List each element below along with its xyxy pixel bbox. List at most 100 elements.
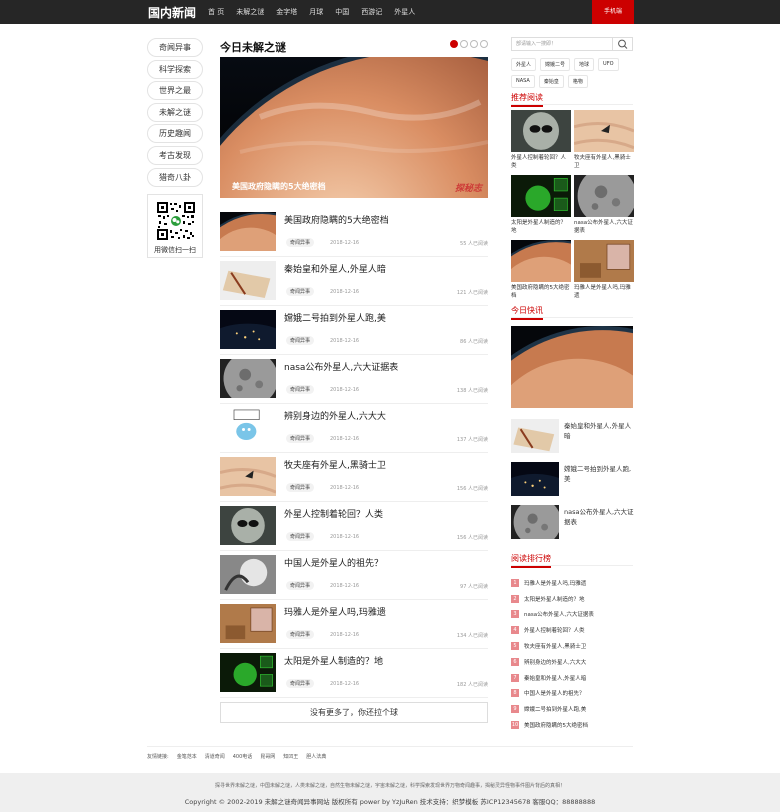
article-title[interactable]: 嫦娥二号拍到外星人跑,美 xyxy=(284,311,386,324)
rank-item-title[interactable]: 中国人是外星人的祖先？ xyxy=(524,689,585,697)
article-category[interactable]: 奇闻异事 xyxy=(286,287,315,296)
article-category[interactable]: 奇闻异事 xyxy=(286,679,315,688)
search-button[interactable] xyxy=(612,38,632,50)
recommend-item[interactable]: 牧夫座有外星人,黑骑士卫 xyxy=(574,110,634,173)
carousel-dot[interactable] xyxy=(460,40,468,48)
today-news-thumbnail[interactable] xyxy=(511,505,559,539)
rank-item[interactable]: 1 玛雅人是外星人吗,玛雅遗 xyxy=(511,575,635,591)
carousel-dot[interactable] xyxy=(450,40,458,48)
today-news-image[interactable] xyxy=(511,326,633,408)
today-news-item[interactable]: nasa公布外星人,六大证据表 xyxy=(511,505,635,543)
left-menu-item[interactable]: 考古发现 xyxy=(147,145,203,165)
article-category[interactable]: 奇闻异事 xyxy=(286,238,315,247)
carousel-dot[interactable] xyxy=(470,40,478,48)
recommend-thumbnail[interactable] xyxy=(511,110,571,152)
tag[interactable]: 格物 xyxy=(567,75,588,88)
recommend-item[interactable]: 太阳是外星人制造的？地 xyxy=(511,175,571,238)
rank-item-title[interactable]: nasa公布外星人,六大证据表 xyxy=(524,610,594,618)
recommend-item[interactable]: 玛雅人是外星人吗,玛雅遗 xyxy=(574,240,634,303)
article-title[interactable]: nasa公布外星人,六大证据表 xyxy=(284,360,398,373)
article-category[interactable]: 奇闻异事 xyxy=(286,385,315,394)
article-thumbnail[interactable] xyxy=(220,310,276,349)
tag[interactable]: 秦始皇 xyxy=(538,75,564,88)
recommend-title[interactable]: 美国政府隐瞒的5大绝密档 xyxy=(511,284,571,300)
recommend-thumbnail[interactable] xyxy=(511,240,571,282)
tag[interactable]: UFO xyxy=(598,58,619,71)
left-menu-item[interactable]: 奇闻异事 xyxy=(147,38,203,57)
recommend-thumbnail[interactable] xyxy=(574,240,634,282)
article-title[interactable]: 太阳是外星人制造的？地 xyxy=(284,654,383,667)
article-thumbnail[interactable] xyxy=(220,506,276,545)
article-title[interactable]: 玛雅人是外星人吗,玛雅遗 xyxy=(284,605,386,618)
recommend-title[interactable]: 太阳是外星人制造的？地 xyxy=(511,219,571,235)
site-logo[interactable]: 国内新闻 xyxy=(148,4,196,21)
article-title[interactable]: 秦始皇和外星人,外星人暗 xyxy=(284,262,386,275)
recommend-title[interactable]: 外星人控制着轮回？人类 xyxy=(511,154,571,170)
article-item[interactable]: 太阳是外星人制造的？地 奇闻异事 2018-12-16 182 人已阅读 xyxy=(220,649,488,698)
nav-moon[interactable]: 月球 xyxy=(303,0,329,24)
nav-pyramid[interactable]: 金字塔 xyxy=(270,0,303,24)
nav-china[interactable]: 中国 xyxy=(329,0,355,24)
rank-item-title[interactable]: 外星人控制着轮回？人类 xyxy=(524,626,585,634)
nav-mysteries[interactable]: 未解之谜 xyxy=(230,0,270,24)
article-item[interactable]: 外星人控制着轮回？人类 奇闻异事 2018-12-16 156 人已阅读 xyxy=(220,502,488,551)
today-news-item-title[interactable]: 嫦娥二号拍到外星人跑,美 xyxy=(564,464,634,484)
tag[interactable]: 地球 xyxy=(574,58,595,71)
rank-item-title[interactable]: 牧夫座有外星人,黑骑士卫 xyxy=(524,642,586,650)
article-item[interactable]: 嫦娥二号拍到外星人跑,美 奇闻异事 2018-12-16 86 人已阅读 xyxy=(220,306,488,355)
left-menu-item[interactable]: 世界之最 xyxy=(147,81,203,101)
load-more-button[interactable]: 没有更多了，你还拉个球 xyxy=(220,702,488,723)
tag[interactable]: 外星人 xyxy=(511,58,537,71)
rank-item-title[interactable]: 美国政府隐瞒的5大绝密档 xyxy=(524,721,588,729)
rank-item-title[interactable]: 秦始皇和外星人,外星人暗 xyxy=(524,674,586,682)
rank-item[interactable]: 10 美国政府隐瞒的5大绝密档 xyxy=(511,717,635,733)
today-news-item[interactable]: 秦始皇和外星人,外星人暗 xyxy=(511,419,635,457)
today-news-item-title[interactable]: nasa公布外星人,六大证据表 xyxy=(564,507,634,527)
recommend-title[interactable]: 牧夫座有外星人,黑骑士卫 xyxy=(574,154,634,170)
mobile-version-button[interactable]: 手机端 xyxy=(592,0,634,24)
left-menu-item[interactable]: 科学探索 xyxy=(147,59,203,79)
today-news-item[interactable]: 嫦娥二号拍到外星人跑,美 xyxy=(511,462,635,500)
article-item[interactable]: nasa公布外星人,六大证据表 奇闻异事 2018-12-16 138 人已阅读 xyxy=(220,355,488,404)
today-news-item-title[interactable]: 秦始皇和外星人,外星人暗 xyxy=(564,421,634,441)
tag[interactable]: 嫦娥二号 xyxy=(540,58,571,71)
rank-item[interactable]: 3 nasa公布外星人,六大证据表 xyxy=(511,607,635,623)
article-thumbnail[interactable] xyxy=(220,457,276,496)
rank-item-title[interactable]: 嫦娥二号拍到外星人跑,美 xyxy=(524,705,586,713)
article-title[interactable]: 辨别身边的外星人,六大大 xyxy=(284,409,386,422)
recommend-thumbnail[interactable] xyxy=(511,175,571,217)
friend-link[interactable]: 昆哥网 xyxy=(260,753,275,760)
recommend-item[interactable]: 外星人控制着轮回？人类 xyxy=(511,110,571,173)
recommend-item[interactable]: 美国政府隐瞒的5大绝密档 xyxy=(511,240,571,303)
article-title[interactable]: 中国人是外星人的祖先？ xyxy=(284,556,383,569)
rank-item-title[interactable]: 玛雅人是外星人吗,玛雅遗 xyxy=(524,579,586,587)
friend-link[interactable]: 400电话 xyxy=(233,753,253,760)
rank-item-title[interactable]: 辨别身边的外星人,六大大 xyxy=(524,658,586,666)
article-category[interactable]: 奇闻异事 xyxy=(286,532,315,541)
article-title[interactable]: 外星人控制着轮回？人类 xyxy=(284,507,383,520)
article-thumbnail[interactable] xyxy=(220,212,276,251)
left-menu-item[interactable]: 猎奇八卦 xyxy=(147,167,203,187)
nav-alien[interactable]: 外星人 xyxy=(388,0,421,24)
recommend-thumbnail[interactable] xyxy=(574,175,634,217)
article-category[interactable]: 奇闻异事 xyxy=(286,581,315,590)
rank-item[interactable]: 2 太阳是外星人制造的？地 xyxy=(511,591,635,607)
article-category[interactable]: 奇闻异事 xyxy=(286,434,315,443)
article-title[interactable]: 牧夫座有外星人,黑骑士卫 xyxy=(284,458,386,471)
recommend-title[interactable]: 玛雅人是外星人吗,玛雅遗 xyxy=(574,284,634,300)
article-category[interactable]: 奇闻异事 xyxy=(286,483,315,492)
article-item[interactable]: 秦始皇和外星人,外星人暗 奇闻异事 2018-12-16 121 人已阅读 xyxy=(220,257,488,306)
rank-item[interactable]: 8 中国人是外星人的祖先？ xyxy=(511,686,635,702)
article-item[interactable]: 辨别身边的外星人,六大大 奇闻异事 2018-12-16 137 人已阅读 xyxy=(220,404,488,453)
left-menu-item[interactable]: 历史趣闻 xyxy=(147,124,203,144)
rank-item[interactable]: 4 外星人控制着轮回？人类 xyxy=(511,622,635,638)
friend-link[interactable]: 知凹王 xyxy=(283,753,298,760)
rank-item-title[interactable]: 太阳是外星人制造的？地 xyxy=(524,595,585,603)
recommend-title[interactable]: nasa公布外星人,六大证据表 xyxy=(574,219,634,235)
article-thumbnail[interactable] xyxy=(220,555,276,594)
article-item[interactable]: 牧夫座有外星人,黑骑士卫 奇闻异事 2018-12-16 156 人已阅读 xyxy=(220,453,488,502)
article-thumbnail[interactable] xyxy=(220,408,276,447)
rank-item[interactable]: 5 牧夫座有外星人,黑骑士卫 xyxy=(511,638,635,654)
article-item[interactable]: 美国政府隐瞒的5大绝密档 奇闻异事 2018-12-16 55 人已阅读 xyxy=(220,208,488,257)
friend-link[interactable]: 清道奇闻 xyxy=(205,753,225,760)
